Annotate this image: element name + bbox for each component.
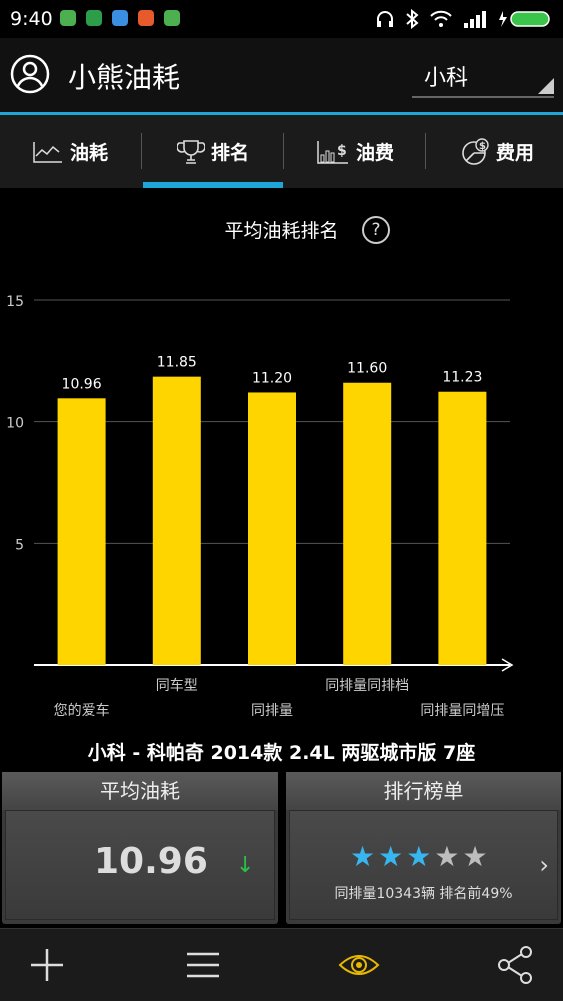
- bottom-toolbar: [0, 928, 563, 1001]
- help-question-icon[interactable]: ?: [362, 216, 390, 244]
- headphone-icon: [377, 11, 393, 27]
- bar-value-label: 11.20: [252, 370, 292, 386]
- star-empty-icon: ★: [462, 840, 488, 873]
- average-fuel-panel[interactable]: 平均油耗 10.96 ↓: [2, 772, 278, 924]
- car-selector-dropdown[interactable]: 小科: [412, 54, 554, 98]
- menu-list-icon[interactable]: [181, 943, 225, 987]
- y-tick-label: 5: [15, 537, 24, 553]
- notification-weather-icon: [112, 10, 128, 26]
- trend-down-arrow-icon: ↓: [236, 853, 255, 878]
- tab-bar: 油耗 排名 $ 油费 $ 费用: [0, 115, 563, 188]
- bar: [57, 398, 106, 665]
- star-empty-icon: ★: [434, 840, 460, 873]
- car-model-name: 小科 - 科帕奇 2014款 2.4L 两驱城市版 7座: [87, 742, 476, 764]
- bar-value-label: 11.23: [442, 370, 482, 386]
- tab-label: 油费: [355, 142, 394, 164]
- tab-divider: [283, 133, 284, 169]
- x-category-label: 您的爱车: [54, 702, 110, 719]
- tab-divider: [141, 133, 142, 169]
- trophy-icon: [176, 139, 205, 164]
- tab-label: 费用: [495, 142, 534, 164]
- notification-sim-icon: [86, 10, 102, 26]
- x-category-label: 同排量: [251, 703, 293, 719]
- tab-label: 排名: [210, 142, 249, 164]
- status-time: 9:40: [10, 8, 53, 30]
- svg-text:$: $: [337, 143, 347, 159]
- bar-value-label: 10.96: [62, 376, 102, 392]
- star-filled-icon: ★: [406, 840, 432, 873]
- svg-text:$: $: [479, 141, 486, 152]
- average-fuel-body: 10.96 ↓: [5, 810, 275, 920]
- eye-view-icon[interactable]: [337, 943, 381, 987]
- average-fuel-title: 平均油耗: [2, 772, 278, 810]
- tab-fuel-cost[interactable]: $ 油费: [285, 115, 425, 188]
- app-bar: 小熊油耗 小科: [0, 38, 563, 115]
- bar-value-label: 11.85: [157, 355, 197, 371]
- pie-money-icon: $: [462, 137, 489, 165]
- x-category-label: 同排量同排档: [325, 678, 409, 694]
- car-selector-value: 小科: [424, 66, 469, 91]
- signal-icon: [464, 11, 486, 28]
- tab-label: 油耗: [69, 142, 108, 164]
- status-bar: 9:40: [0, 0, 563, 38]
- tab-fuel-consumption[interactable]: 油耗: [0, 115, 140, 188]
- average-fuel-value: 10.96: [94, 841, 208, 882]
- x-category-label: 同车型: [156, 677, 198, 694]
- tab-ranking[interactable]: 排名: [143, 115, 283, 188]
- bar-value-label: 11.60: [347, 361, 387, 377]
- dropdown-triangle-icon: [538, 78, 554, 94]
- notification-android-icon: [164, 10, 180, 26]
- fuel-ranking-bar-chart: 5 10 15 10.96 您的爱车 11.85 同车型 11.20 同排量 11.60 同排量同排…: [6, 294, 514, 719]
- bar: [343, 382, 392, 665]
- chart-title: 平均油耗排名: [224, 220, 339, 242]
- add-plus-icon[interactable]: [25, 943, 69, 987]
- tab-expenses[interactable]: $ 费用: [427, 115, 563, 188]
- x-category-label: 同排量同增压: [420, 703, 504, 719]
- notification-shield-icon: [138, 10, 154, 26]
- star-filled-icon: ★: [350, 840, 376, 873]
- rating-stars: ★ ★ ★ ★ ★: [350, 843, 488, 871]
- app-title: 小熊油耗: [68, 61, 181, 94]
- bluetooth-icon: [406, 9, 419, 29]
- bar: [152, 376, 201, 665]
- star-filled-icon: ★: [378, 840, 404, 873]
- bar: [438, 391, 487, 665]
- y-tick-label: 10: [6, 416, 24, 432]
- chevron-right-icon[interactable]: ›: [539, 851, 549, 879]
- tab-divider: [425, 133, 426, 169]
- battery-charging-icon: [499, 11, 550, 27]
- active-tab-indicator: [143, 182, 283, 188]
- y-tick-label: 15: [6, 294, 24, 310]
- notification-wechat-icon: [60, 10, 76, 26]
- share-icon[interactable]: [494, 943, 538, 987]
- wifi-icon: [430, 10, 452, 27]
- ranking-list-title: 排行榜单: [286, 772, 561, 810]
- bar-money-icon: $: [317, 140, 348, 164]
- user-avatar-icon[interactable]: [10, 54, 50, 94]
- line-chart-icon: [33, 141, 62, 163]
- ranking-list-body: ★ ★ ★ ★ ★ 同排量10343辆 排名前49% ›: [289, 810, 558, 920]
- ranking-subtitle: 同排量10343辆 排名前49%: [334, 886, 513, 902]
- bar: [248, 392, 296, 665]
- ranking-list-panel[interactable]: 排行榜单 ★ ★ ★ ★ ★ 同排量10343辆 排名前49% ›: [286, 772, 561, 924]
